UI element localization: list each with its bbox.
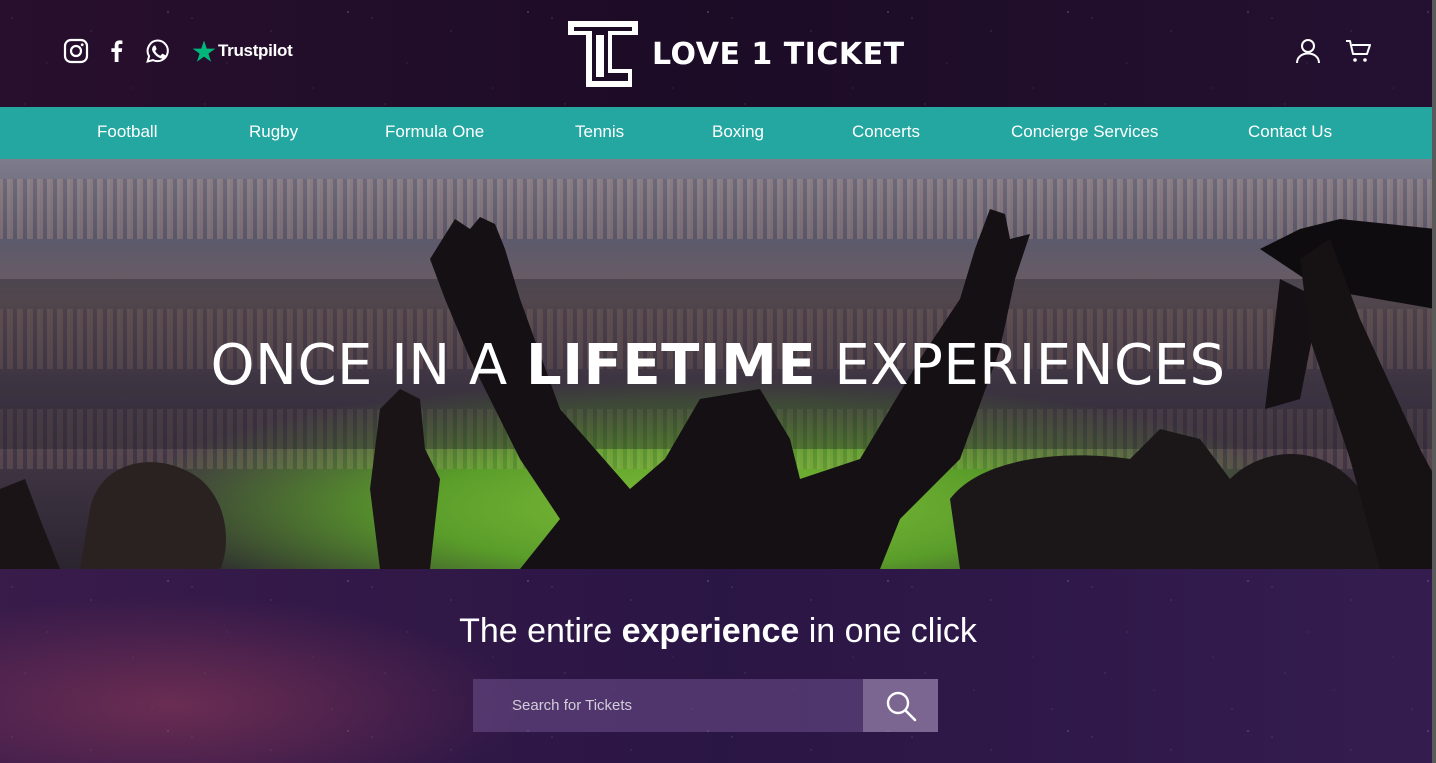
hero-title-suffix: EXPERIENCES — [816, 333, 1226, 398]
hero-title-bold: LIFETIME — [526, 333, 817, 398]
search-icon — [886, 691, 916, 721]
nav-item-tennis[interactable]: Tennis — [575, 122, 624, 142]
site-header: Trustpilot LOVE 1 TICKET — [0, 0, 1436, 107]
nav-item-football[interactable]: Football — [97, 122, 157, 142]
logo-mark-icon — [568, 21, 638, 87]
nav-item-concerts[interactable]: Concerts — [852, 122, 920, 142]
user-icon[interactable] — [1294, 37, 1322, 65]
tagline-prefix: The entire — [459, 612, 622, 650]
hero-banner: ONCE IN A LIFETIME EXPERIENCES — [0, 159, 1436, 569]
logo-text: LOVE 1 TICKET — [652, 36, 905, 72]
hero-title: ONCE IN A LIFETIME EXPERIENCES — [0, 333, 1436, 398]
trustpilot-star-icon — [192, 40, 216, 62]
nav-item-boxing[interactable]: Boxing — [712, 122, 764, 142]
search-button[interactable] — [863, 679, 938, 732]
trustpilot-link[interactable]: Trustpilot — [192, 39, 293, 63]
search-input[interactable] — [473, 679, 863, 732]
header-actions — [1294, 37, 1372, 65]
page-scrollbar[interactable] — [1432, 0, 1436, 763]
instagram-icon[interactable] — [63, 38, 89, 64]
social-links: Trustpilot — [63, 38, 293, 64]
hero-title-prefix: ONCE IN A — [210, 333, 527, 398]
site-logo[interactable]: LOVE 1 TICKET — [566, 19, 905, 89]
nav-item-formula-one[interactable]: Formula One — [385, 122, 484, 142]
tagline: The entire experience in one click — [0, 612, 1436, 651]
nav-item-rugby[interactable]: Rugby — [249, 122, 298, 142]
search-bar — [473, 679, 938, 732]
facebook-icon[interactable] — [104, 38, 130, 64]
main-nav: Football Rugby Formula One Tennis Boxing… — [0, 107, 1436, 159]
search-section: The entire experience in one click — [0, 569, 1436, 763]
whatsapp-icon[interactable] — [145, 38, 171, 64]
search-section-tint — [0, 569, 1436, 763]
tagline-suffix: in one click — [799, 612, 977, 650]
cart-icon[interactable] — [1344, 37, 1372, 65]
trustpilot-label: Trustpilot — [218, 41, 293, 60]
nav-item-contact-us[interactable]: Contact Us — [1248, 122, 1332, 142]
nav-item-concierge-services[interactable]: Concierge Services — [1011, 122, 1158, 142]
tagline-bold: experience — [621, 612, 800, 650]
